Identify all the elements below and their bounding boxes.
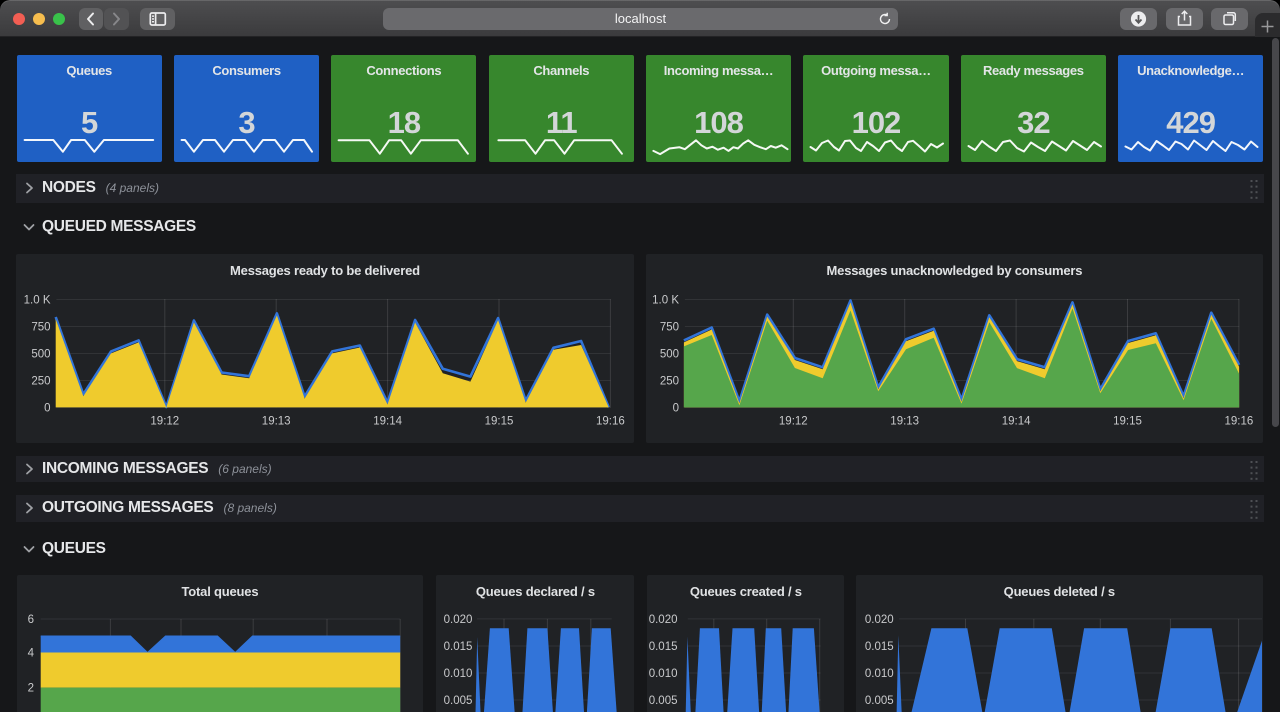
svg-text:0.005: 0.005 — [865, 695, 894, 707]
svg-text:0: 0 — [672, 403, 678, 415]
svg-text:0.020: 0.020 — [865, 614, 894, 626]
svg-text:19:13: 19:13 — [890, 416, 919, 428]
svg-text:750: 750 — [659, 322, 678, 334]
svg-text:19:15: 19:15 — [485, 416, 514, 428]
svg-text:0.020: 0.020 — [649, 614, 678, 626]
svg-text:19:14: 19:14 — [1001, 416, 1030, 428]
svg-text:500: 500 — [31, 349, 50, 361]
svg-text:19:15: 19:15 — [1113, 416, 1142, 428]
svg-text:0.020: 0.020 — [444, 614, 473, 626]
svg-text:0.010: 0.010 — [865, 668, 894, 680]
svg-text:250: 250 — [659, 376, 678, 388]
svg-text:0.010: 0.010 — [444, 668, 473, 680]
svg-text:2: 2 — [27, 683, 33, 695]
svg-text:19:12: 19:12 — [150, 416, 179, 428]
svg-text:0.015: 0.015 — [444, 641, 473, 653]
svg-text:250: 250 — [31, 376, 50, 388]
svg-text:1.0 K: 1.0 K — [24, 295, 51, 307]
svg-text:6: 6 — [27, 614, 33, 626]
svg-text:0.010: 0.010 — [649, 668, 678, 680]
svg-text:0.005: 0.005 — [444, 695, 473, 707]
svg-text:19:14: 19:14 — [373, 416, 402, 428]
svg-text:0.015: 0.015 — [649, 641, 678, 653]
svg-text:0.015: 0.015 — [865, 641, 894, 653]
svg-text:19:16: 19:16 — [596, 416, 625, 428]
svg-text:0.005: 0.005 — [649, 695, 678, 707]
svg-text:750: 750 — [31, 322, 50, 334]
svg-text:19:12: 19:12 — [778, 416, 807, 428]
svg-text:19:16: 19:16 — [1224, 416, 1253, 428]
svg-text:500: 500 — [659, 349, 678, 361]
svg-text:0: 0 — [44, 403, 50, 415]
svg-text:4: 4 — [27, 648, 34, 660]
svg-text:19:13: 19:13 — [262, 416, 291, 428]
svg-text:1.0 K: 1.0 K — [652, 295, 679, 307]
